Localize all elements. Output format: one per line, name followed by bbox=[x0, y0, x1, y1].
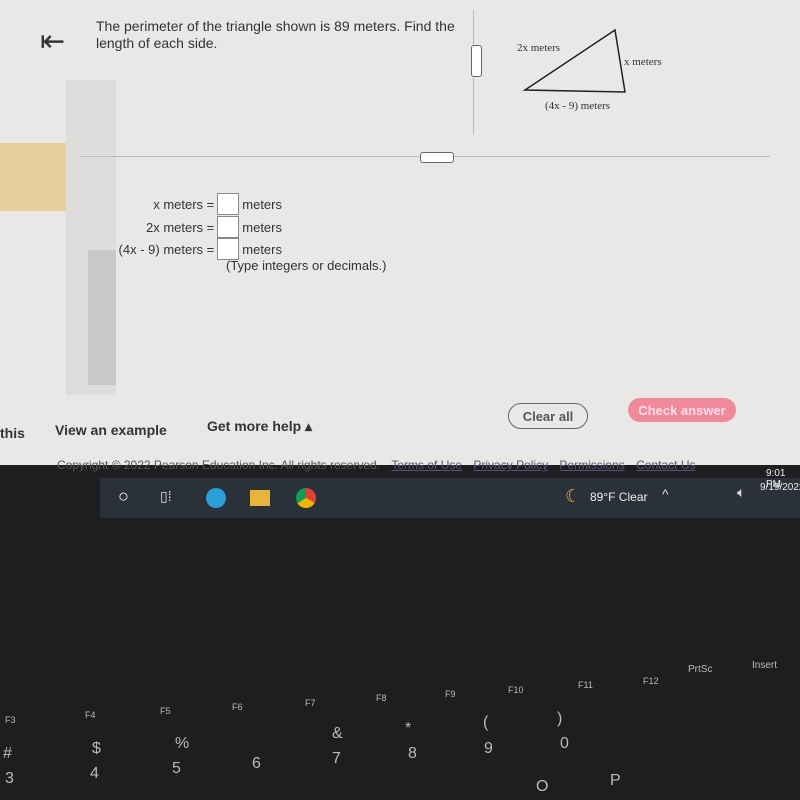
permissions-link[interactable]: Permissions bbox=[559, 458, 624, 472]
key: PrtSc bbox=[688, 664, 713, 675]
moon-icon: ☾ bbox=[565, 486, 582, 506]
clear-all-button[interactable]: Clear all bbox=[508, 403, 588, 429]
key: $ bbox=[92, 740, 101, 757]
copyright: Copyright © 2022 Pearson Education Inc. … bbox=[57, 458, 381, 472]
taskbar: ○ ▯⁞ ☾ 89°F Clear ^ 🔈︎ 9:01 PM 9/19/2022 bbox=[100, 468, 800, 518]
horizontal-resize-handle[interactable] bbox=[420, 152, 454, 163]
key: P bbox=[610, 772, 621, 789]
browser-screen: ⇤ The perimeter of the triangle shown is… bbox=[0, 0, 800, 472]
x-input[interactable] bbox=[217, 193, 240, 215]
side-label-right: x meters bbox=[624, 56, 662, 68]
back-to-start-icon[interactable]: ⇤ bbox=[40, 24, 65, 59]
side-label-left: 2x meters bbox=[517, 42, 561, 54]
key: ( bbox=[483, 714, 489, 731]
key: * bbox=[405, 720, 412, 737]
help-me-solve-this-link[interactable]: this bbox=[0, 425, 25, 441]
view-example-link[interactable]: View an example bbox=[55, 422, 167, 438]
key: O bbox=[536, 778, 549, 795]
unit-label: meters bbox=[242, 241, 282, 257]
volume-icon[interactable]: 🔈︎ bbox=[737, 484, 745, 501]
answer-row-x: x meters = meters bbox=[153, 193, 282, 215]
key: 6 bbox=[252, 755, 261, 772]
key: F6 bbox=[232, 702, 243, 712]
unit-label: meters bbox=[242, 219, 282, 235]
key: F11 bbox=[578, 680, 593, 690]
vertical-resize-handle[interactable] bbox=[471, 45, 482, 77]
file-explorer-icon[interactable] bbox=[250, 490, 270, 506]
key: F3 bbox=[5, 715, 16, 725]
key: 5 bbox=[172, 760, 181, 777]
answer-label: 2x meters = bbox=[145, 219, 215, 235]
key: 0 bbox=[560, 735, 569, 752]
hint-text: (Type integers or decimals.) bbox=[226, 258, 387, 273]
task-view-icon[interactable]: ▯⁞ bbox=[160, 488, 172, 505]
4x-9-input[interactable] bbox=[217, 238, 240, 260]
question-text: The perimeter of the triangle shown is 8… bbox=[96, 18, 455, 51]
key: F12 bbox=[643, 676, 659, 686]
key: % bbox=[175, 735, 190, 752]
get-more-help-link[interactable]: Get more help ▴ bbox=[207, 418, 312, 435]
answer-row-2x: 2x meters = meters bbox=[146, 216, 282, 238]
key: # bbox=[3, 745, 12, 762]
check-answer-button[interactable]: Check answer bbox=[628, 398, 736, 422]
side-label-bottom: (4x - 9) meters bbox=[545, 100, 611, 112]
contact-link[interactable]: Contact Us bbox=[636, 458, 695, 472]
key: F4 bbox=[85, 710, 96, 720]
clock-date[interactable]: 9/19/2022 bbox=[760, 482, 800, 493]
chevron-up-icon[interactable]: ^ bbox=[662, 486, 669, 502]
weather-text[interactable]: 89°F Clear bbox=[590, 490, 648, 504]
edge-icon[interactable] bbox=[206, 488, 226, 508]
key: F9 bbox=[445, 689, 456, 699]
key: & bbox=[332, 725, 343, 742]
unit-label: meters bbox=[242, 196, 282, 212]
key: F5 bbox=[160, 706, 171, 716]
answer-row-4x-9: (4x - 9) meters = meters bbox=[119, 238, 282, 260]
terms-link[interactable]: Terms of Use bbox=[391, 458, 462, 472]
2x-input[interactable] bbox=[217, 216, 240, 238]
footer: Copyright © 2022 Pearson Education Inc. … bbox=[57, 458, 695, 472]
key: 8 bbox=[408, 745, 417, 762]
key: F8 bbox=[376, 693, 387, 703]
key: ) bbox=[557, 710, 563, 727]
key: F7 bbox=[305, 698, 316, 708]
key: 7 bbox=[332, 750, 341, 767]
key: F10 bbox=[508, 685, 524, 695]
key: 3 bbox=[5, 770, 14, 787]
key: 9 bbox=[484, 740, 493, 757]
key: 4 bbox=[90, 765, 99, 782]
privacy-link[interactable]: Privacy Policy bbox=[473, 458, 548, 472]
answer-label: x meters = bbox=[153, 196, 215, 212]
scrollbar-thumb[interactable] bbox=[88, 250, 116, 385]
answer-label: (4x - 9) meters = bbox=[118, 241, 215, 257]
search-icon[interactable]: ○ bbox=[118, 486, 129, 507]
chrome-icon[interactable] bbox=[296, 488, 316, 508]
key: Insert bbox=[752, 660, 778, 671]
